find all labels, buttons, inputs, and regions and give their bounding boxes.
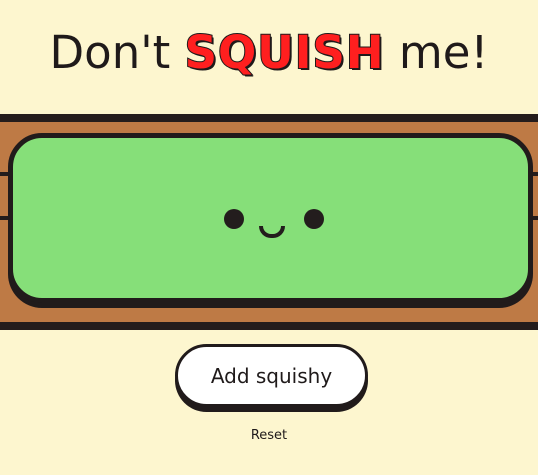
title-suffix: me! bbox=[398, 26, 489, 79]
right-eye bbox=[304, 209, 324, 229]
squishy-character[interactable] bbox=[8, 133, 533, 303]
smile-mouth bbox=[259, 226, 285, 238]
reset-link[interactable]: Reset bbox=[0, 428, 538, 443]
title-prefix: Don't bbox=[49, 26, 171, 79]
left-eye bbox=[224, 209, 244, 229]
title-highlight: SQUISH bbox=[184, 25, 385, 80]
add-squishy-button[interactable]: Add squishy bbox=[175, 344, 368, 407]
page-title: Don't SQUISH me! bbox=[0, 24, 538, 82]
